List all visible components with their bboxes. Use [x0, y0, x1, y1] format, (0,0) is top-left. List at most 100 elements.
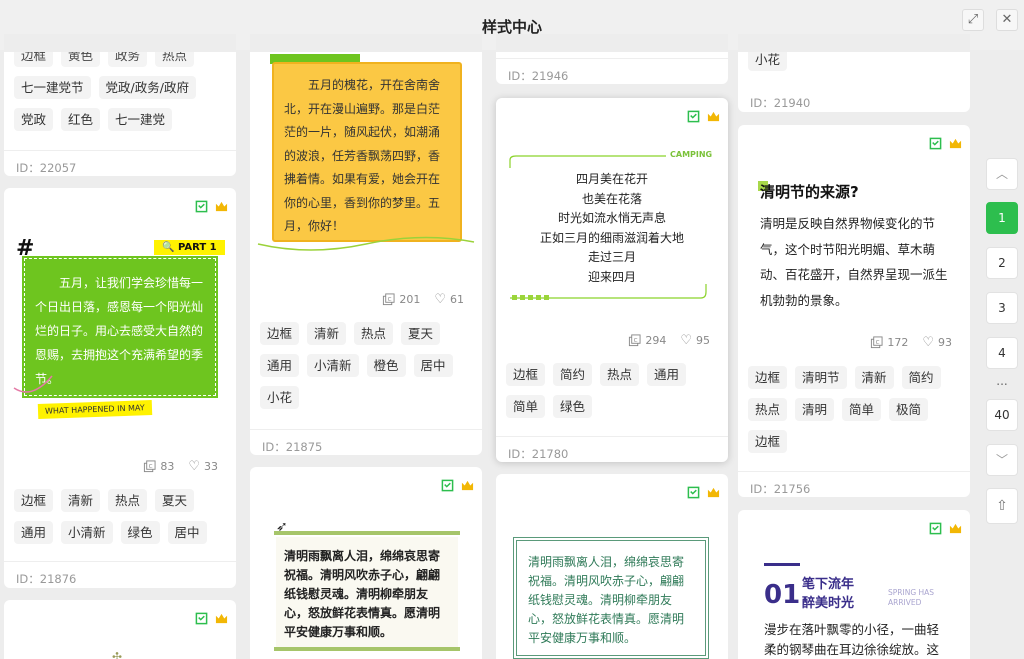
bookmark-icon[interactable] — [195, 612, 208, 625]
tag[interactable]: 热点 — [600, 363, 640, 386]
close-icon[interactable]: ✕ — [996, 9, 1018, 31]
poem-line: 四月美在花开 — [575, 172, 648, 186]
tag[interactable]: 夏天 — [155, 489, 195, 512]
tag[interactable]: 热点 — [108, 489, 148, 512]
tag[interactable]: 极简 — [889, 398, 929, 421]
bookmark-icon[interactable] — [929, 137, 942, 150]
copy-icon: C — [144, 460, 156, 473]
tag[interactable]: 边框 — [506, 363, 546, 386]
search-icon: 🔍 — [162, 242, 175, 253]
template-card[interactable]: 清明节的来源? 清明是反映自然界物候变化的节气，这个时节阳光明媚、草木萌动、百花… — [738, 125, 970, 497]
copy-count-value: 294 — [645, 334, 667, 347]
tag[interactable]: 小花 — [260, 386, 300, 409]
template-preview[interactable]: CAMPING 四月美在花开 也美在花落 时光如流水悄无声息 正如三月的细雨滋润… — [496, 138, 728, 308]
tag[interactable]: 小清新 — [307, 354, 359, 377]
bookmark-icon[interactable] — [441, 479, 454, 492]
tag[interactable]: 边框 — [14, 489, 54, 512]
tag[interactable]: 夏天 — [401, 322, 441, 345]
template-id: ID：21875 — [250, 429, 482, 455]
preview-heading: 清明节的来源? — [760, 183, 859, 201]
tag[interactable]: 居中 — [167, 521, 207, 544]
tag[interactable]: 简约 — [901, 366, 941, 389]
tag[interactable]: 简单 — [842, 398, 882, 421]
tag[interactable]: 清明节 — [795, 366, 847, 389]
template-card[interactable]: 边框 黄色 政务 热点 七一建党节 党政/政务/政府 党政 红色 七一建党 ID… — [4, 34, 236, 176]
like-count[interactable]: ♡ 33 — [188, 459, 218, 474]
template-card[interactable]: 清明雨飘离人泪，绵绵哀思寄祝福。清明风吹赤子心，翩翩纸钱慰灵魂。清明柳牵朋友心，… — [496, 474, 728, 659]
expand-icon[interactable]: ⤢ — [962, 9, 984, 31]
leaf-decor-icon: ✣ — [112, 650, 123, 659]
tag[interactable]: 七一建党节 — [14, 76, 91, 99]
caption-text: WHAT HAPPENED IN MAY — [44, 403, 145, 416]
tag[interactable]: 通用 — [647, 363, 687, 386]
caption-strip: WHAT HAPPENED IN MAY — [37, 400, 152, 419]
tag[interactable]: 通用 — [14, 521, 54, 544]
like-count-value: 61 — [450, 293, 464, 306]
section-title-2: 醉美时光 — [802, 596, 855, 611]
tag[interactable]: 热点 — [748, 398, 788, 421]
like-count[interactable]: ♡ 95 — [680, 333, 710, 348]
english-caption-2: ARRIVED — [888, 598, 922, 607]
scroll-mask — [250, 34, 482, 52]
tag[interactable]: 清新 — [61, 489, 101, 512]
tag[interactable]: 简单 — [506, 395, 546, 418]
template-preview[interactable]: # 🔍 PART 1 五月，让我们学会珍惜每一个日出日落，感恩每一个阳光灿烂的日… — [4, 216, 236, 448]
scroll-mask — [738, 34, 970, 52]
copy-count-value: 172 — [887, 336, 909, 349]
template-card[interactable]: ✣ — [4, 600, 236, 659]
tag[interactable]: 边框 — [748, 366, 788, 389]
bookmark-icon[interactable] — [195, 200, 208, 213]
tag[interactable]: 绿色 — [120, 521, 160, 544]
body-text: 清明是反映自然界物候变化的节气，这个时节阳光明媚、草木萌动、百花盛开，自然界呈现… — [760, 216, 948, 308]
heart-icon[interactable]: ♡ — [434, 292, 446, 307]
template-card[interactable]: 01 笔下流年 醉美时光 SPRING HAS ARRIVED 漫步在落叶飘零的… — [738, 510, 970, 659]
camping-label: CAMPING — [670, 150, 713, 159]
tag[interactable]: 绿色 — [553, 395, 593, 418]
heart-icon[interactable]: ♡ — [680, 333, 692, 348]
bookmark-icon[interactable] — [687, 110, 700, 123]
crown-icon — [215, 613, 228, 624]
tag[interactable]: 清新 — [307, 322, 347, 345]
like-count[interactable]: ♡ 93 — [922, 335, 952, 350]
tag-list: 边框 清明节 清新 简约 热点 清明 简单 极简 边框 — [748, 366, 962, 453]
crown-icon — [949, 523, 962, 534]
copy-count-value: 83 — [160, 460, 175, 473]
tag[interactable]: 清明 — [795, 398, 835, 421]
tag[interactable]: 简约 — [553, 363, 593, 386]
heart-icon[interactable]: ♡ — [188, 459, 200, 474]
template-card[interactable]: ➶ 清明雨飘离人泪，绵绵哀思寄祝福。清明风吹赤子心，翩翩纸钱慰灵魂。清明柳牵朋友… — [250, 467, 482, 659]
bookmark-icon[interactable] — [687, 486, 700, 499]
template-card[interactable]: CAMPING 四月美在花开 也美在花落 时光如流水悄无声息 正如三月的细雨滋润… — [496, 98, 728, 462]
tag[interactable]: 橙色 — [366, 354, 406, 377]
copy-icon: C — [871, 336, 883, 349]
like-count[interactable]: ♡ 61 — [434, 292, 464, 307]
tag[interactable]: 热点 — [354, 322, 394, 345]
page-button-2[interactable]: 2 — [986, 247, 1018, 279]
back-to-top-button[interactable]: ⇧ — [986, 488, 1018, 524]
tag[interactable]: 小清新 — [61, 521, 113, 544]
body-text: 五月的槐花，开在舍南舍北，开在漫山遍野。那是白茫茫的一片，随风起伏，如潮涌的波浪… — [284, 78, 441, 233]
template-preview[interactable]: 清明节的来源? 清明是反映自然界物候变化的节气，这个时节阳光明媚、草木萌动、百花… — [738, 165, 970, 325]
tag[interactable]: 七一建党 — [108, 108, 173, 131]
back-to-top-icon: ⇧ — [996, 498, 1008, 514]
copy-count: C 83 — [143, 460, 174, 473]
tag[interactable]: 居中 — [413, 354, 453, 377]
bookmark-icon[interactable] — [929, 522, 942, 535]
tag[interactable]: 红色 — [61, 108, 101, 131]
page-button-3[interactable]: 3 — [986, 292, 1018, 324]
tag[interactable]: 通用 — [260, 354, 300, 377]
page-button-40[interactable]: 40 — [986, 399, 1018, 431]
tag[interactable]: 边框 — [748, 430, 788, 453]
template-card[interactable]: 五月的槐花，开在舍南舍北，开在漫山遍野。那是白茫茫的一片，随风起伏，如潮涌的波浪… — [250, 34, 482, 455]
page-down-button[interactable]: ﹀ — [986, 444, 1018, 476]
template-preview[interactable]: 五月的槐花，开在舍南舍北，开在漫山遍野。那是白茫茫的一片，随风起伏，如潮涌的波浪… — [250, 34, 482, 264]
tag[interactable]: 清新 — [854, 366, 894, 389]
heart-icon[interactable]: ♡ — [922, 335, 934, 350]
page-button-4[interactable]: 4 — [986, 337, 1018, 369]
tag[interactable]: 边框 — [260, 322, 300, 345]
template-card[interactable]: # 🔍 PART 1 五月，让我们学会珍惜每一个日出日落，感恩每一个阳光灿烂的日… — [4, 188, 236, 588]
page-up-button[interactable]: ︿ — [986, 158, 1018, 190]
tag[interactable]: 党政 — [14, 108, 54, 131]
tag[interactable]: 党政/政务/政府 — [98, 76, 196, 99]
page-button-1[interactable]: 1 — [986, 202, 1018, 234]
